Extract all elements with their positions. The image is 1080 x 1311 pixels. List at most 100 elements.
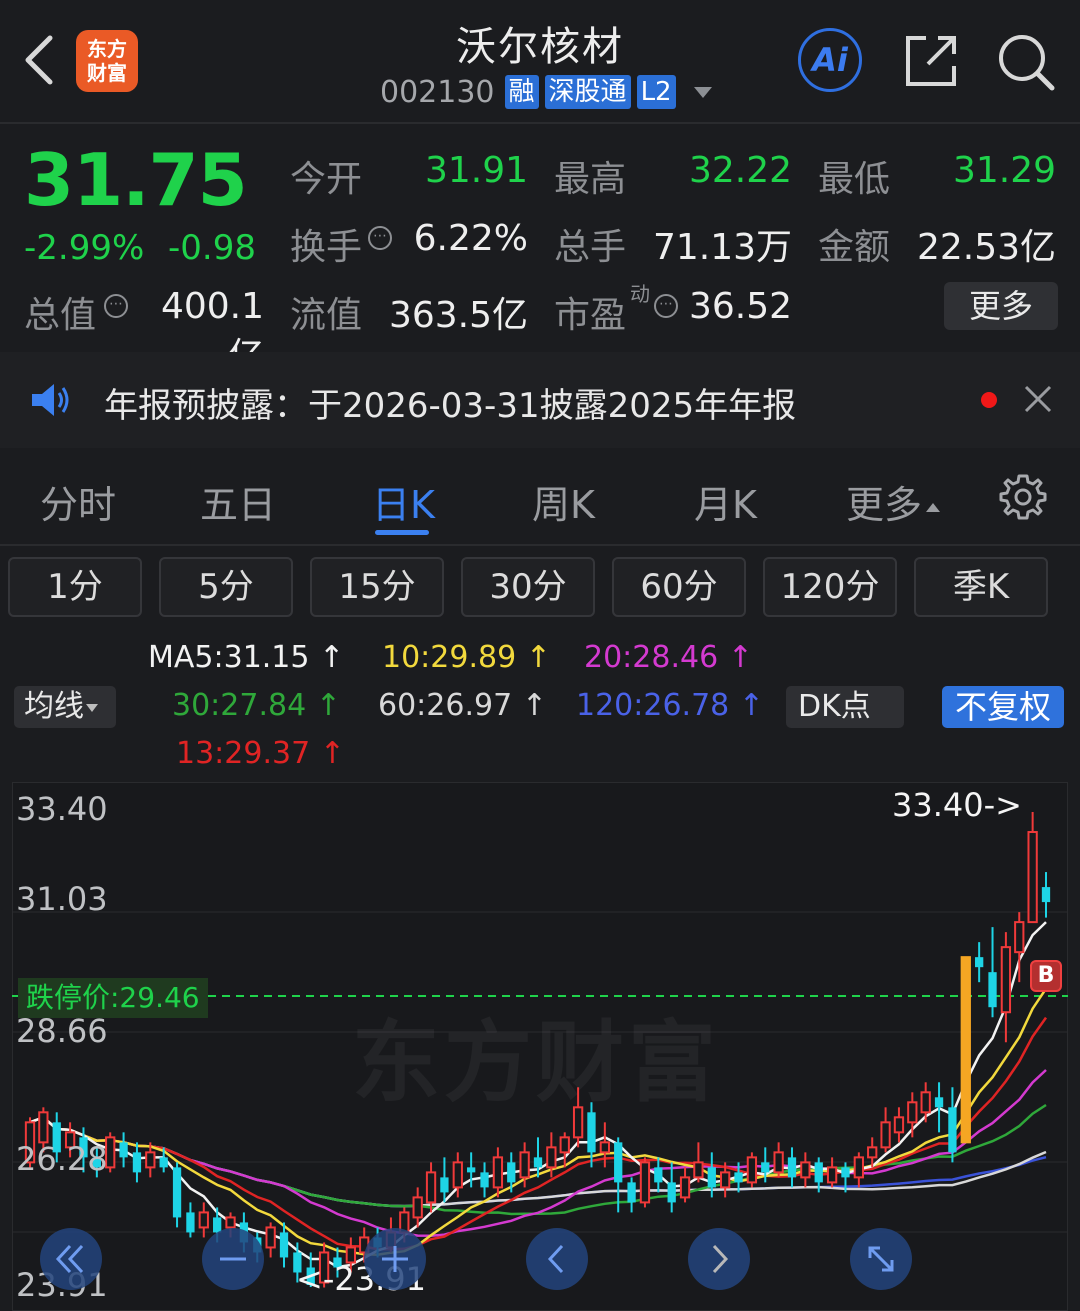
- info-icon[interactable]: ⋯: [654, 294, 678, 318]
- shenzhen-connect-tag: 深股通: [544, 75, 631, 109]
- candle-body: [667, 1182, 676, 1203]
- dk-point-button[interactable]: DK点: [786, 686, 904, 728]
- active-tab-indicator: [375, 530, 429, 535]
- tab-intraday[interactable]: 分时: [40, 474, 116, 529]
- candle-body: [492, 1156, 504, 1189]
- search-icon[interactable]: [994, 30, 1056, 92]
- app-logo[interactable]: 东方财富: [76, 30, 138, 92]
- pe-dynamic-sup: 动: [630, 282, 650, 306]
- ma-selector-button[interactable]: 均线: [14, 686, 116, 728]
- candle-body: [480, 1172, 489, 1188]
- chevron-left-icon[interactable]: [526, 1228, 588, 1290]
- buy-signal-marker[interactable]: B: [1030, 960, 1062, 992]
- volume-value: 71.13万: [652, 227, 792, 268]
- back-arrow-icon[interactable]: [18, 30, 62, 90]
- tab-five-day[interactable]: 五日: [200, 474, 276, 529]
- chevron-right-icon[interactable]: [688, 1228, 750, 1290]
- candle-body: [787, 1157, 797, 1178]
- candle-body: [893, 1116, 905, 1134]
- high-label: 最高: [554, 159, 627, 200]
- candle-body: [948, 1107, 957, 1153]
- candle-body: [934, 1097, 944, 1108]
- period-quarter-button[interactable]: 季K: [914, 557, 1048, 617]
- candle-body: [761, 1162, 770, 1173]
- candle-body: [425, 1171, 437, 1204]
- zoom-in-icon[interactable]: [364, 1228, 426, 1290]
- current-price: 31.75: [24, 138, 248, 222]
- chevron-down-icon: [86, 703, 98, 712]
- more-quote-button[interactable]: 更多: [944, 282, 1058, 330]
- gear-icon[interactable]: [998, 472, 1048, 522]
- candle-body: [1014, 921, 1025, 954]
- candle-body: [1027, 831, 1038, 924]
- candle-body: [452, 1161, 463, 1189]
- tab-more-label: 更多: [846, 483, 923, 527]
- period-5min-button[interactable]: 5分: [159, 557, 293, 617]
- dk-point-label: DK点: [798, 689, 871, 724]
- candle-body: [1041, 887, 1051, 903]
- info-icon[interactable]: ⋯: [368, 226, 392, 250]
- share-icon[interactable]: [900, 30, 962, 92]
- candle-body: [519, 1151, 530, 1179]
- y-axis-label: 26.28: [16, 1140, 108, 1178]
- candle-body: [533, 1157, 543, 1168]
- float-cap-value: 363.5亿: [388, 295, 528, 336]
- candle-body: [841, 1167, 850, 1178]
- no-adjust-button[interactable]: 不复权: [942, 686, 1064, 728]
- l2-tag: L2: [636, 75, 676, 109]
- candle-body: [814, 1162, 823, 1183]
- candle-body: [880, 1121, 891, 1149]
- candle-body: [679, 1176, 691, 1199]
- stock-name-title: 沃尔核材: [456, 24, 624, 70]
- ma20-value: 20:28.46 ↑: [584, 640, 753, 675]
- stock-sub-info[interactable]: 002130 融 深股通 L2: [380, 74, 712, 110]
- tab-weekly-k[interactable]: 周K: [532, 474, 595, 529]
- candle-body: [627, 1182, 636, 1203]
- tab-more[interactable]: 更多: [846, 474, 941, 529]
- low-label: 最低: [818, 159, 891, 200]
- stock-code: 002130: [380, 74, 495, 110]
- ma13-value: 13:29.37 ↑: [176, 736, 345, 771]
- fullscreen-icon[interactable]: [850, 1228, 912, 1290]
- period-120min-button[interactable]: 120分: [763, 557, 897, 617]
- y-axis-label: 31.03: [16, 880, 108, 918]
- candle-body: [412, 1196, 423, 1219]
- info-icon[interactable]: ⋯: [104, 294, 128, 318]
- chevron-down-icon[interactable]: [693, 86, 712, 98]
- candle-body: [599, 1141, 610, 1154]
- tab-monthly-k[interactable]: 月K: [694, 474, 757, 529]
- candle-body: [614, 1142, 623, 1183]
- period-30min-button[interactable]: 30分: [461, 557, 595, 617]
- tab-daily-k[interactable]: 日K: [372, 474, 435, 529]
- candle-body: [440, 1177, 449, 1193]
- candle-body: [960, 956, 971, 1144]
- period-15min-button[interactable]: 15分: [310, 557, 444, 617]
- candle-body: [172, 1167, 182, 1218]
- period-60min-button[interactable]: 60分: [612, 557, 746, 617]
- float-cap-label: 流值: [290, 295, 363, 336]
- high-marker-label: 33.40->: [892, 786, 1022, 824]
- ai-assistant-button[interactable]: Ai: [798, 28, 862, 92]
- zoom-out-icon[interactable]: [202, 1228, 264, 1290]
- caret-up-icon: [926, 503, 941, 512]
- candle-body: [826, 1166, 838, 1184]
- market-cap-label: 总值: [24, 295, 97, 336]
- candle-body: [720, 1171, 731, 1189]
- close-icon[interactable]: [1022, 383, 1054, 415]
- open-value: 31.91: [424, 150, 528, 191]
- rewind-icon[interactable]: [40, 1228, 102, 1290]
- candle-body: [639, 1161, 651, 1204]
- candle-body: [186, 1212, 195, 1233]
- candle-body: [225, 1216, 236, 1229]
- low-value: 31.29: [952, 150, 1056, 191]
- amount-label: 金额: [818, 227, 891, 268]
- period-1min-button[interactable]: 1分: [8, 557, 142, 617]
- candle-body: [734, 1172, 743, 1183]
- divider: [0, 544, 1080, 546]
- notice-text[interactable]: 年报预披露：于2026-03-31披露2025年年报: [104, 378, 796, 427]
- candle-body: [800, 1161, 811, 1179]
- watermark: 东方财富: [352, 1011, 721, 1114]
- ma120-value: 120:26.78 ↑: [576, 688, 764, 723]
- candle-body: [467, 1167, 476, 1173]
- ma5-value: MA5:31.15 ↑: [148, 640, 345, 675]
